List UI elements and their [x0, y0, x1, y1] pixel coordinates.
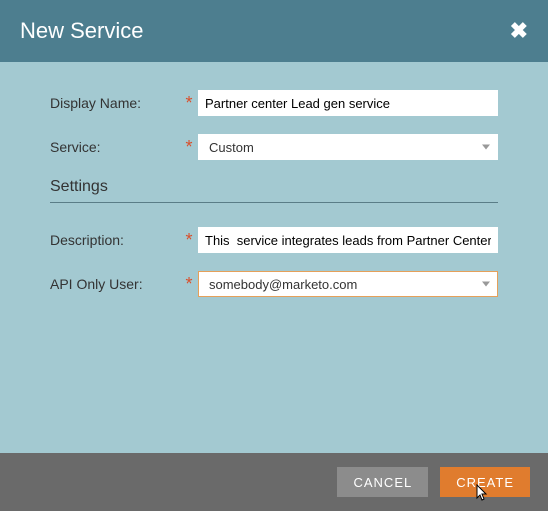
required-indicator: * — [180, 94, 198, 112]
create-button[interactable]: CREATE — [440, 467, 530, 497]
api-only-user-select-wrap: somebody@marketo.com — [198, 271, 498, 297]
new-service-dialog: New Service ✖ Display Name: * Service: *… — [0, 0, 548, 511]
display-name-row: Display Name: * — [50, 90, 498, 116]
service-row: Service: * Custom — [50, 134, 498, 160]
dialog-body: Display Name: * Service: * Custom Settin… — [0, 62, 548, 453]
service-select[interactable]: Custom — [198, 134, 498, 160]
dialog-header: New Service ✖ — [0, 0, 548, 62]
api-only-user-label: API Only User: — [50, 276, 180, 292]
description-row: Description: * — [50, 227, 498, 253]
cancel-button[interactable]: CANCEL — [337, 467, 428, 497]
display-name-label: Display Name: — [50, 95, 180, 111]
api-only-user-select[interactable]: somebody@marketo.com — [198, 271, 498, 297]
api-only-user-row: API Only User: * somebody@marketo.com — [50, 271, 498, 297]
service-label: Service: — [50, 139, 180, 155]
service-select-value: Custom — [209, 140, 254, 155]
close-icon[interactable]: ✖ — [510, 18, 528, 44]
api-only-user-select-value: somebody@marketo.com — [209, 277, 357, 292]
display-name-input[interactable] — [198, 90, 498, 116]
dialog-title: New Service — [20, 18, 143, 44]
settings-section-title: Settings — [50, 178, 498, 196]
dialog-footer: CANCEL CREATE — [0, 453, 548, 511]
description-label: Description: — [50, 232, 180, 248]
settings-divider — [50, 202, 498, 203]
required-indicator: * — [180, 138, 198, 156]
description-input[interactable] — [198, 227, 498, 253]
required-indicator: * — [180, 275, 198, 293]
service-select-wrap: Custom — [198, 134, 498, 160]
required-indicator: * — [180, 231, 198, 249]
